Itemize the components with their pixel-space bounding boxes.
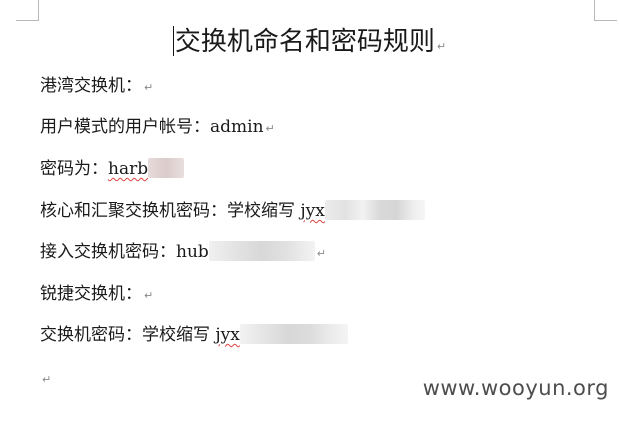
paragraph-2[interactable]: 用户模式的用户帐号：admin ↵ [40, 115, 275, 141]
paragraph-8-empty[interactable]: ↵ [40, 366, 51, 392]
paragraph-mark-icon: ↵ [265, 122, 275, 135]
core-switch-password-value: jyx [300, 201, 325, 221]
access-switch-password-label: 接入交换机密码： [40, 242, 176, 262]
redacted-blur [148, 158, 185, 178]
paragraph-1[interactable]: 港湾交换机： ↵ [40, 74, 153, 100]
paragraph-mark-icon: ↵ [436, 40, 447, 53]
paragraph-7[interactable]: 交换机密码：学校缩写 jyx [40, 323, 348, 347]
ruijie-password-value: jyx [215, 325, 240, 345]
redacted-blur [324, 200, 425, 220]
access-switch-password-value: hub [176, 242, 209, 262]
section-heading-ruijie: 锐捷交换机： [40, 284, 142, 304]
redacted-blur [208, 241, 315, 261]
paragraph-6[interactable]: 锐捷交换机： ↵ [40, 282, 153, 308]
redacted-blur [239, 324, 348, 344]
watermark-text: www.wooyun.org [422, 376, 609, 400]
password-value: harb [108, 159, 149, 179]
page-corner-marker-top-right [594, 0, 617, 21]
text-cursor [172, 26, 174, 56]
user-account-value: admin [210, 117, 264, 137]
password-label: 密码为： [40, 159, 108, 179]
paragraph-mark-icon: ↵ [144, 289, 154, 302]
paragraph-5[interactable]: 接入交换机密码：hub ↵ [40, 240, 326, 266]
ruijie-password-label: 交换机密码：学校缩写 [40, 325, 216, 345]
paragraph-mark-icon: ↵ [316, 247, 326, 260]
paragraph-3[interactable]: 密码为：harb [40, 157, 185, 181]
page-corner-marker-top-left [16, 0, 39, 21]
paragraph-mark-icon: ↵ [144, 81, 154, 94]
core-switch-password-label: 核心和汇聚交换机密码：学校缩写 [40, 201, 301, 221]
document-title: 交换机命名和密码规则 [174, 27, 435, 57]
paragraph-4[interactable]: 核心和汇聚交换机密码：学校缩写 jyx [40, 199, 425, 223]
section-heading-gangwan: 港湾交换机： [40, 76, 142, 96]
paragraph-mark-icon: ↵ [42, 373, 52, 386]
user-account-label: 用户模式的用户帐号： [40, 117, 210, 137]
document-title-line[interactable]: 交换机命名和密码规则 ↵ [0, 24, 619, 65]
